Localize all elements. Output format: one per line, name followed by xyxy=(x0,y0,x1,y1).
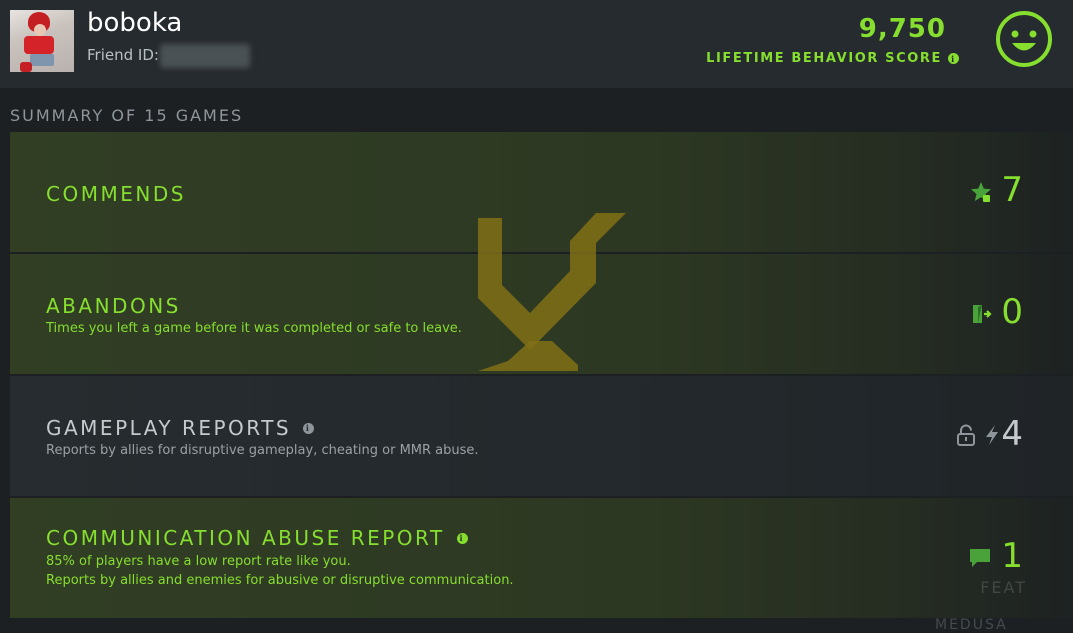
behavior-score-label: LIFETIME BEHAVIOR SCORE i xyxy=(706,51,959,66)
communication-abuse-title-text: COMMUNICATION ABUSE REPORT xyxy=(46,526,445,550)
info-icon[interactable]: i xyxy=(456,532,468,544)
chat-bubble-icon xyxy=(970,549,990,567)
communication-abuse-row: COMMUNICATION ABUSE REPORT i 85% of play… xyxy=(10,498,1073,618)
friend-id-label: Friend ID: xyxy=(87,46,159,64)
lightning-icon xyxy=(986,425,998,445)
commends-title: COMMENDS xyxy=(46,182,186,206)
gameplay-reports-row: GAMEPLAY REPORTS i Reports by allies for… xyxy=(10,376,1073,496)
abandons-row: ABANDONS Times you left a game before it… xyxy=(10,254,1073,374)
gameplay-reports-title-text: GAMEPLAY REPORTS xyxy=(46,416,292,440)
star-thumb-icon xyxy=(971,182,991,202)
avatar[interactable] xyxy=(10,10,74,72)
profile-header: boboka Friend ID: 9,750 LIFETIME BEHAVIO… xyxy=(0,0,1073,88)
exit-door-icon xyxy=(973,305,992,323)
background-text-fragment: FEAT xyxy=(980,578,1027,597)
smiley-face-icon xyxy=(996,11,1052,67)
communication-abuse-desc-line-2: Reports by allies and enemies for abusiv… xyxy=(46,573,514,588)
abandons-value: 0 xyxy=(1001,292,1023,332)
username: boboka xyxy=(87,8,183,38)
communication-abuse-title: COMMUNICATION ABUSE REPORT i xyxy=(46,526,468,550)
abandons-description: Times you left a game before it was comp… xyxy=(46,321,462,336)
behavior-score-value: 9,750 xyxy=(858,14,946,44)
abandons-title: ABANDONS xyxy=(46,294,181,318)
communication-abuse-description: 85% of players have a low report rate li… xyxy=(46,552,514,590)
lock-icon xyxy=(957,424,975,446)
commends-value: 7 xyxy=(1001,170,1023,210)
info-icon[interactable]: i xyxy=(948,53,959,64)
summary-title: SUMMARY OF 15 GAMES xyxy=(10,106,244,125)
background-text-fragment: MEDUSA xyxy=(935,617,1008,633)
gameplay-reports-description: Reports by allies for disruptive gamepla… xyxy=(46,443,479,458)
communication-abuse-desc-line-1: 85% of players have a low report rate li… xyxy=(46,554,351,569)
communication-abuse-value: 1 xyxy=(1001,536,1023,576)
commends-row: COMMENDS 7 xyxy=(10,132,1073,252)
info-icon[interactable]: i xyxy=(303,422,315,434)
gameplay-reports-title: GAMEPLAY REPORTS i xyxy=(46,416,315,440)
gameplay-reports-value: 4 xyxy=(1001,414,1023,454)
friend-id-value-redacted xyxy=(160,44,250,68)
behavior-score-label-text: LIFETIME BEHAVIOR SCORE xyxy=(706,51,942,66)
